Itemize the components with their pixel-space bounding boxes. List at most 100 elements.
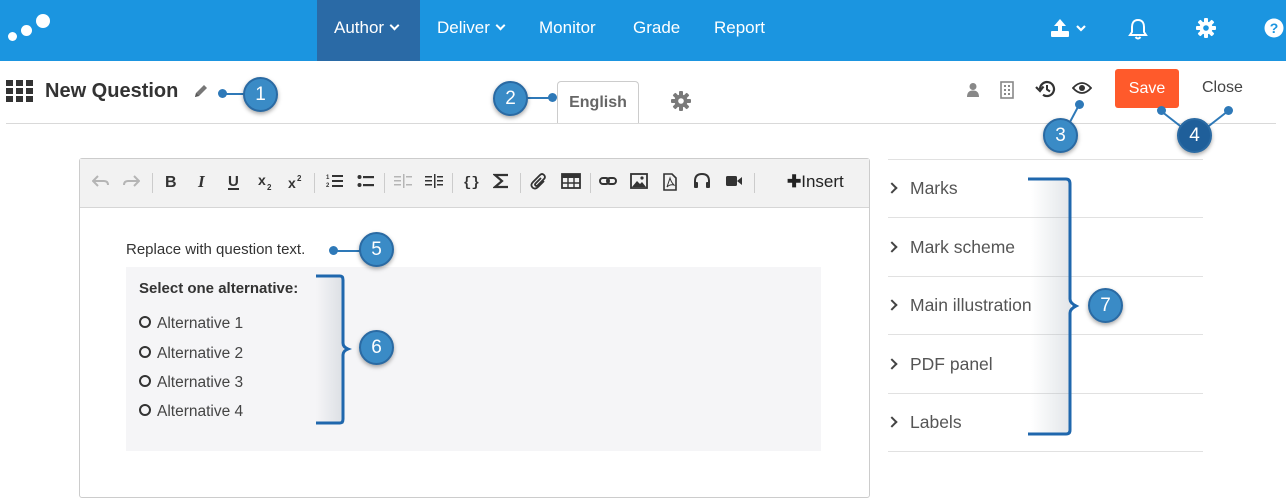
annotation-marker-2: 2 <box>493 81 528 116</box>
chevron-right-icon <box>886 416 898 428</box>
annotation-marker-3: 3 <box>1043 118 1078 153</box>
toolbar-separator <box>754 173 755 193</box>
toolbar-separator <box>452 173 453 193</box>
subscript-icon[interactable]: x2 <box>257 172 275 195</box>
page-title: New Question <box>45 80 179 102</box>
svg-text:2: 2 <box>326 183 330 189</box>
panel-divider <box>888 159 1203 160</box>
language-settings-gear-icon[interactable] <box>671 91 691 116</box>
headphones-icon[interactable] <box>693 172 711 195</box>
table-icon[interactable] <box>561 173 581 195</box>
panel-divider <box>888 451 1203 452</box>
apps-grid-icon[interactable] <box>6 80 34 102</box>
panel-item-label: Mark scheme <box>910 237 1016 257</box>
nav-report-label: Report <box>714 18 766 37</box>
annotation-marker-5: 5 <box>359 232 394 267</box>
undo-icon[interactable] <box>91 173 110 195</box>
svg-text:2: 2 <box>267 183 272 191</box>
panel-item-label: PDF panel <box>910 354 993 374</box>
radio-button[interactable] <box>139 346 151 358</box>
alternative-item[interactable]: Alternative 3 <box>139 374 243 392</box>
app-logo[interactable] <box>8 12 52 44</box>
svg-text:B: B <box>165 174 177 189</box>
document-icon[interactable] <box>1000 81 1014 104</box>
chevron-down-icon <box>495 20 506 31</box>
radio-button[interactable] <box>139 404 151 416</box>
toolbar-separator <box>314 173 315 193</box>
annotation-line <box>333 250 361 252</box>
code-braces-icon[interactable]: {} <box>462 173 480 195</box>
history-icon[interactable] <box>1035 79 1057 104</box>
nav-report[interactable]: Report <box>697 0 782 61</box>
toolbar-separator <box>590 173 591 193</box>
chevron-down-icon <box>389 20 400 31</box>
toolbar-separator <box>384 173 385 193</box>
numbered-list-icon[interactable]: 12 <box>326 173 344 195</box>
insert-button[interactable]: ✚Insert <box>787 172 844 192</box>
bullet-list-icon[interactable] <box>357 173 375 195</box>
toolbar-separator <box>520 173 521 193</box>
svg-text:?: ? <box>1270 20 1279 36</box>
svg-text:U: U <box>228 173 239 190</box>
insert-label: Insert <box>801 172 844 191</box>
italic-icon[interactable]: I <box>196 172 210 195</box>
alternative-label: Alternative 4 <box>157 403 244 420</box>
panel-item-label: Labels <box>910 412 962 432</box>
pencil-icon[interactable] <box>192 82 210 105</box>
save-button[interactable]: Save <box>1115 69 1179 108</box>
link-icon[interactable] <box>599 173 617 195</box>
attachment-icon[interactable] <box>530 173 548 195</box>
redo-icon[interactable] <box>122 173 141 195</box>
question-text[interactable]: Replace with question text. <box>126 241 305 258</box>
annotation-marker-1: 1 <box>243 77 278 112</box>
alternative-item[interactable]: Alternative 4 <box>139 403 243 421</box>
preview-eye-icon[interactable] <box>1071 81 1093 100</box>
svg-text:x: x <box>288 175 296 191</box>
nav-monitor[interactable]: Monitor <box>522 0 613 61</box>
annotation-pointer <box>548 93 557 102</box>
alternative-label: Alternative 2 <box>157 345 244 362</box>
user-icon[interactable] <box>966 82 980 103</box>
gear-icon[interactable] <box>1196 18 1216 43</box>
svg-text:1: 1 <box>326 175 330 181</box>
annotation-marker-6: 6 <box>359 330 394 365</box>
svg-text:I: I <box>197 173 206 189</box>
panel-item-label: Marks <box>910 178 958 198</box>
nav-deliver[interactable]: Deliver <box>420 0 521 61</box>
panel-item-label: Main illustration <box>910 295 1032 315</box>
underline-icon[interactable]: U <box>226 173 242 195</box>
top-nav-bar: Author Deliver Monitor Grade Report ? <box>0 0 1286 61</box>
alternative-label: Alternative 3 <box>157 374 244 391</box>
image-icon[interactable] <box>630 173 648 195</box>
nav-author[interactable]: Author <box>317 0 420 61</box>
svg-text:{}: {} <box>463 175 480 189</box>
bold-icon[interactable]: B <box>164 173 178 195</box>
bracket-7 <box>1028 177 1080 436</box>
upload-icon[interactable] <box>1050 17 1090 46</box>
radio-button[interactable] <box>139 316 151 328</box>
alternative-item[interactable]: Alternative 1 <box>139 315 243 333</box>
radio-button[interactable] <box>139 375 151 387</box>
help-icon[interactable]: ? <box>1264 18 1284 43</box>
chevron-right-icon <box>886 182 898 194</box>
superscript-icon[interactable]: x2 <box>287 173 305 195</box>
nav-grade-label: Grade <box>633 18 681 37</box>
bracket-6 <box>316 274 352 425</box>
outdent-icon[interactable] <box>394 173 412 195</box>
video-camera-icon[interactable] <box>725 173 743 195</box>
alternative-item[interactable]: Alternative 2 <box>139 345 243 363</box>
svg-text:x: x <box>258 173 266 188</box>
nav-deliver-label: Deliver <box>437 18 490 37</box>
sigma-icon[interactable] <box>492 173 511 195</box>
nav-author-label: Author <box>334 18 385 37</box>
alternative-label: Alternative 1 <box>157 315 244 332</box>
plus-icon: ✚ <box>787 172 802 191</box>
annotation-line <box>1206 110 1229 128</box>
close-button[interactable]: Close <box>1202 79 1243 97</box>
svg-text:2: 2 <box>297 174 302 183</box>
pdf-icon[interactable] <box>662 173 678 195</box>
bell-icon[interactable] <box>1127 17 1149 46</box>
indent-icon[interactable] <box>425 173 443 195</box>
nav-grade[interactable]: Grade <box>616 0 697 61</box>
tab-english[interactable]: English <box>557 81 639 124</box>
